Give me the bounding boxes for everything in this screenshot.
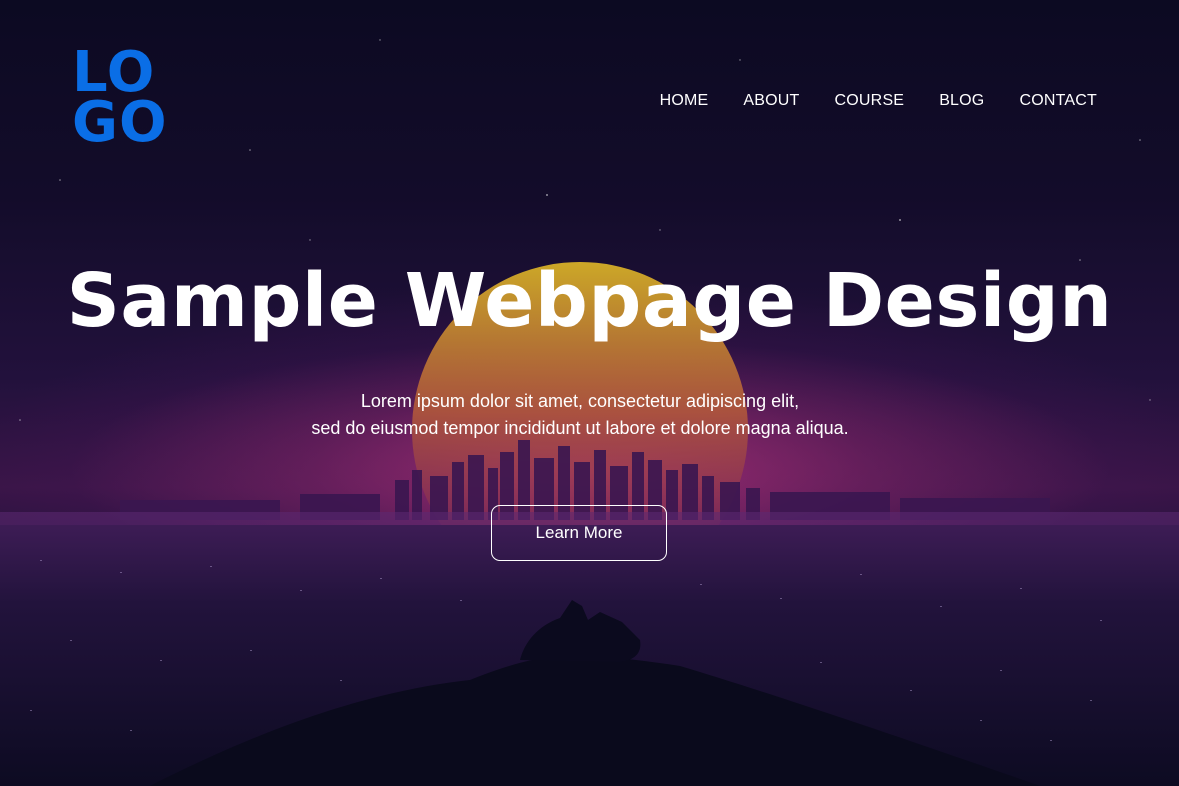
hero-subtitle-line-2: sed do eiusmod tempor incididunt ut labo… (311, 418, 849, 438)
learn-more-button[interactable]: Learn More (491, 505, 667, 561)
hero-title: Sample Webpage Design (66, 258, 1113, 344)
hero-subtitle-line-1: Lorem ipsum dolor sit amet, consectetur … (360, 391, 800, 411)
nav-item-home[interactable]: HOME (660, 92, 709, 110)
main-nav: HOME ABOUT COURSE BLOG CONTACT (660, 92, 1097, 110)
nav-item-course[interactable]: COURSE (835, 92, 905, 110)
nav-item-contact[interactable]: CONTACT (1019, 92, 1097, 110)
nav-item-about[interactable]: ABOUT (743, 92, 799, 110)
hero-subtitle: Lorem ipsum dolor sit amet, consectetur … (0, 388, 1160, 442)
logo-line-2: GO (72, 90, 168, 155)
logo[interactable]: LO GO (72, 45, 176, 155)
nav-item-blog[interactable]: BLOG (939, 92, 984, 110)
hero-section: LO GO HOME ABOUT COURSE BLOG CONTACT Sam… (0, 0, 1179, 786)
